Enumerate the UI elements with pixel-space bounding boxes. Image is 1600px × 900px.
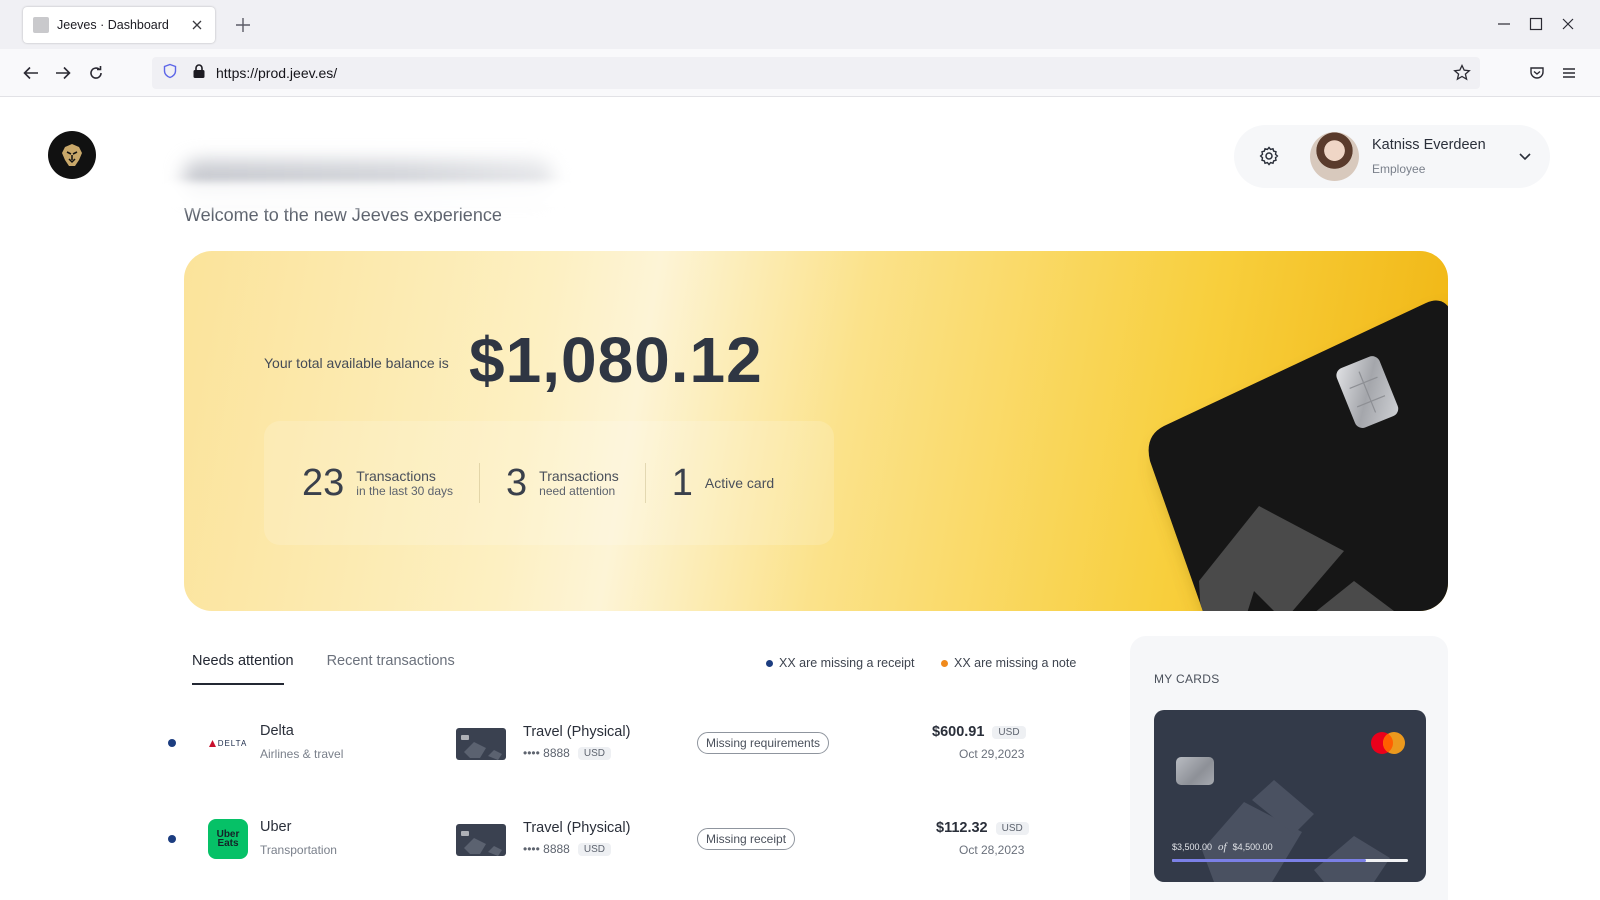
stat-transactions-30-days[interactable]: 23 Transactions in the last 30 days xyxy=(302,461,454,504)
table-row[interactable]: Uber Eats Uber Transportation Travel (Ph… xyxy=(164,809,1084,869)
balance-amount: $1,080.12 xyxy=(469,324,763,396)
card-last4: •••• 8888 xyxy=(523,842,570,856)
transaction-amount: $600.91 USD xyxy=(932,724,1026,740)
mastercard-logo-icon xyxy=(1371,732,1405,754)
merchant-name: Uber xyxy=(260,819,292,835)
tracking-shield-icon[interactable] xyxy=(162,63,178,84)
my-card-preview[interactable]: $3,500.00 of $4,500.00 xyxy=(1154,710,1426,882)
tab-needs-attention[interactable]: Needs attention xyxy=(192,653,294,685)
stat-divider xyxy=(644,463,646,503)
amount-currency-badge: USD xyxy=(995,821,1029,835)
card-currency-badge: USD xyxy=(577,842,611,856)
stat-sublabel: in the last 30 days xyxy=(356,484,454,498)
card-limit-progress-fill xyxy=(1172,859,1366,862)
uber-eats-logo-text: Uber Eats xyxy=(216,829,240,849)
menu-hamburger-icon[interactable] xyxy=(1558,62,1580,84)
legend-missing-receipt: XX are missing a receipt xyxy=(766,656,914,670)
page-favicon-icon xyxy=(33,17,49,33)
status-badge[interactable]: Missing requirements xyxy=(697,732,830,754)
uber-eats-logo-icon: Uber Eats xyxy=(208,819,248,859)
legend-missing-note-label: XX are missing a note xyxy=(954,656,1077,670)
legend-missing-receipt-label: XX are missing a receipt xyxy=(779,656,915,670)
card-name: Travel (Physical) xyxy=(523,724,631,740)
amount-value: $600.91 xyxy=(932,724,985,740)
card-limit: $4,500.00 xyxy=(1232,842,1273,852)
stat-divider xyxy=(479,463,481,503)
pocket-icon[interactable] xyxy=(1526,62,1548,84)
browser-tabstrip: Jeeves · Dashboard xyxy=(0,0,1600,49)
browser-tab[interactable]: Jeeves · Dashboard xyxy=(23,7,215,43)
table-row[interactable]: DELTA Delta Airlines & travel Travel (Ph… xyxy=(164,713,1084,773)
card-limit-progress-track xyxy=(1172,859,1408,862)
transaction-amount: $112.32 USD xyxy=(936,820,1029,836)
delta-logo-icon: DELTA xyxy=(208,723,248,763)
balance-label: Your total available balance is xyxy=(264,355,449,371)
card-number: •••• 8888 USD xyxy=(523,842,611,856)
transaction-date: Oct 29,2023 xyxy=(959,747,1025,761)
card-name: Travel (Physical) xyxy=(523,820,631,836)
user-role: Employee xyxy=(1372,162,1426,176)
stat-sublabel: need attention xyxy=(539,484,616,498)
delta-logo-text: DELTA xyxy=(217,738,248,748)
reload-icon[interactable] xyxy=(85,62,107,84)
my-cards-panel: MY CARDS $3,500.00 of $4,500.00 xyxy=(1130,636,1448,900)
user-avatar[interactable] xyxy=(1310,132,1359,181)
hero-black-card-illustration xyxy=(1024,291,1448,611)
tab-title: Jeeves · Dashboard xyxy=(57,18,169,32)
user-name: Katniss Everdeen xyxy=(1372,137,1486,153)
card-number: •••• 8888 USD xyxy=(523,746,611,760)
close-tab-icon[interactable] xyxy=(189,17,205,33)
maximize-icon[interactable] xyxy=(1526,14,1546,34)
stat-label: Active card xyxy=(704,475,775,491)
amount-currency-badge: USD xyxy=(992,725,1026,739)
stats-panel: 23 Transactions in the last 30 days 3 Tr… xyxy=(264,421,834,545)
card-limit-text: $3,500.00 of $4,500.00 xyxy=(1172,841,1273,853)
card-limit-of: of xyxy=(1218,841,1227,853)
forward-arrow-icon[interactable] xyxy=(52,62,74,84)
settings-gear-icon[interactable] xyxy=(1258,145,1280,167)
stat-active-cards[interactable]: 1 Active card xyxy=(671,461,775,504)
stat-value: 1 xyxy=(671,461,693,504)
balance-banner: Your total available balance is $1,080.1… xyxy=(184,251,1448,611)
card-currency-badge: USD xyxy=(577,746,611,760)
card-last4: •••• 8888 xyxy=(523,746,570,760)
receipt-legend-dot xyxy=(766,659,773,667)
amount-value: $112.32 xyxy=(936,820,988,836)
stat-value: 23 xyxy=(302,461,345,504)
lock-icon[interactable] xyxy=(192,63,206,84)
stat-label: Transactions xyxy=(356,468,436,484)
card-thumbnail xyxy=(456,728,506,760)
stat-value: 3 xyxy=(506,461,528,504)
my-cards-title: MY CARDS xyxy=(1154,672,1220,686)
attention-indicator-dot xyxy=(168,835,176,843)
stat-label: Transactions xyxy=(539,468,619,484)
user-profile-menu[interactable]: Katniss Everdeen Employee xyxy=(1234,125,1550,188)
merchant-category: Airlines & travel xyxy=(260,747,344,761)
new-tab-icon[interactable] xyxy=(233,15,253,35)
bookmark-star-icon[interactable] xyxy=(1452,63,1472,83)
card-spent: $3,500.00 xyxy=(1172,842,1213,852)
url-text: https://prod.jeev.es/ xyxy=(216,65,338,81)
minimize-icon[interactable] xyxy=(1494,14,1514,34)
note-legend-dot xyxy=(941,659,948,667)
merchant-category: Transportation xyxy=(260,843,337,857)
close-window-icon[interactable] xyxy=(1558,14,1578,34)
back-arrow-icon[interactable] xyxy=(20,62,42,84)
card-thumbnail xyxy=(456,824,506,856)
card-chip-icon xyxy=(1176,757,1214,785)
attention-indicator-dot xyxy=(168,739,176,747)
chevron-down-icon[interactable] xyxy=(1516,147,1534,165)
transactions-tabs: Needs attention Recent transactions xyxy=(192,653,455,685)
status-badge[interactable]: Missing receipt xyxy=(697,828,796,850)
tab-recent-transactions[interactable]: Recent transactions xyxy=(327,653,455,685)
jeeves-lion-logo-icon[interactable] xyxy=(48,131,96,179)
stat-transactions-need-attention[interactable]: 3 Transactions need attention xyxy=(506,461,619,504)
url-bar[interactable]: https://prod.jeev.es/ xyxy=(152,57,1480,89)
legend-missing-note: XX are missing a note xyxy=(941,656,1076,670)
heading-blur-overlay xyxy=(160,182,580,208)
browser-navbar: https://prod.jeev.es/ xyxy=(0,49,1600,97)
merchant-name: Delta xyxy=(260,723,294,739)
transaction-date: Oct 28,2023 xyxy=(959,843,1025,857)
